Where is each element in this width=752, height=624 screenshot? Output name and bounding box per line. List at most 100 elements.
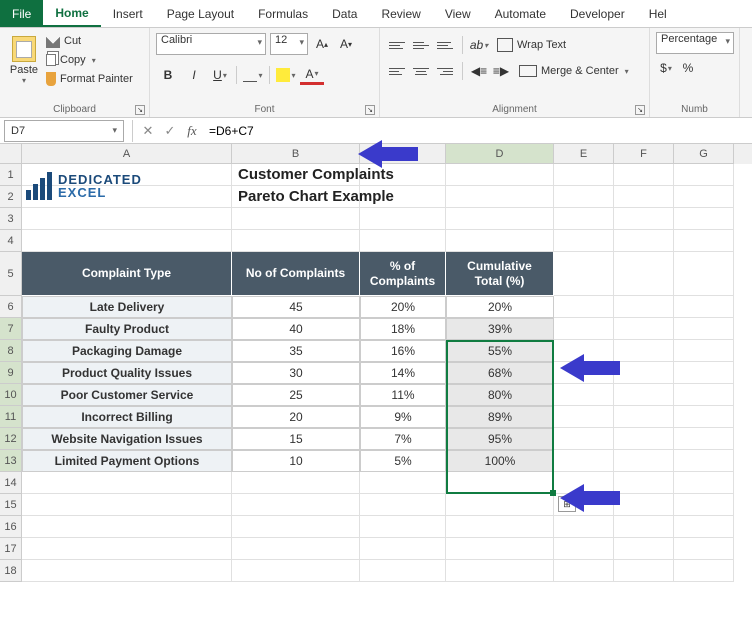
align-right-button[interactable] [434,60,456,82]
title-1[interactable]: Customer Complaints [232,164,360,186]
wrap-text-button[interactable]: Wrap Text [497,38,566,52]
font-launcher[interactable]: ↘ [365,105,375,115]
table-row[interactable]: Product Quality Issues [22,362,232,384]
align-top-button[interactable] [386,34,408,56]
increase-font-button[interactable]: A▴ [312,34,332,54]
align-middle-button[interactable] [410,34,432,56]
border-button[interactable] [241,65,265,85]
tab-insert[interactable]: Insert [101,0,155,27]
formula-input[interactable] [203,120,752,142]
group-alignment: ab Wrap Text ◀≡ ≡▶ Merge & Center▾ Align… [380,28,650,117]
table-row[interactable]: Incorrect Billing [22,406,232,428]
table-header-c[interactable]: % of Complaints [360,252,446,296]
paste-icon [12,36,36,62]
row-header-15[interactable]: 15 [0,494,22,516]
tab-home[interactable]: Home [43,0,100,27]
row-header-18[interactable]: 18 [0,560,22,582]
orientation-button[interactable]: ab [469,35,489,55]
tab-file[interactable]: File [0,0,43,27]
font-color-button[interactable]: A [300,65,324,85]
row-header-17[interactable]: 17 [0,538,22,560]
merge-center-button[interactable]: Merge & Center▾ [519,65,629,77]
clipboard-launcher[interactable]: ↘ [135,105,145,115]
tab-review[interactable]: Review [369,0,432,27]
tab-help[interactable]: Hel [637,0,679,27]
percent-format-button[interactable]: % [678,58,698,78]
fill-handle[interactable] [550,490,556,496]
table-row[interactable]: Faulty Product [22,318,232,340]
row-header-12[interactable]: 12 [0,428,22,450]
worksheet-grid: A B C D E F G DEDICATEDEXCEL 1Customer C… [0,144,752,582]
callout-arrow-top [560,348,620,388]
row-header-13[interactable]: 13 [0,450,22,472]
table-row[interactable]: Poor Customer Service [22,384,232,406]
logo-bars-icon [26,172,52,200]
font-name-select[interactable]: Calibri [156,33,266,55]
copy-button[interactable]: Copy▾ [46,51,133,69]
row-header-4[interactable]: 4 [0,230,22,252]
col-header-e[interactable]: E [554,144,614,164]
table-row[interactable]: Packaging Damage [22,340,232,362]
table-header-a[interactable]: Complaint Type [22,252,232,296]
align-bottom-button[interactable] [434,34,456,56]
group-label-clipboard: Clipboard [0,104,149,115]
tab-page-layout[interactable]: Page Layout [155,0,246,27]
alignment-launcher[interactable]: ↘ [635,105,645,115]
number-format-select[interactable]: Percentage [656,32,734,54]
col-header-d[interactable]: D [446,144,554,164]
col-header-f[interactable]: F [614,144,674,164]
tab-automate[interactable]: Automate [483,0,558,27]
fill-color-button[interactable] [274,65,298,85]
group-label-alignment: Alignment [380,104,649,115]
row-header-3[interactable]: 3 [0,208,22,230]
format-painter-button[interactable]: Format Painter [46,70,133,88]
group-label-number: Numb [650,104,739,115]
increase-indent-button[interactable]: ≡▶ [491,61,511,81]
row-header-6[interactable]: 6 [0,296,22,318]
col-header-g[interactable]: G [674,144,734,164]
row-header-16[interactable]: 16 [0,516,22,538]
paste-button[interactable]: Paste ▾ [6,32,42,88]
tab-data[interactable]: Data [320,0,369,27]
bold-button[interactable]: B [156,65,180,85]
tab-formulas[interactable]: Formulas [246,0,320,27]
row-header-14[interactable]: 14 [0,472,22,494]
table-row[interactable]: Website Navigation Issues [22,428,232,450]
table-row[interactable]: Late Delivery [22,296,232,318]
table-header-d[interactable]: Cumulative Total (%) [446,252,554,296]
decrease-indent-button[interactable]: ◀≡ [469,61,489,81]
select-all-corner[interactable] [0,144,22,164]
tab-view[interactable]: View [433,0,483,27]
row-header-5[interactable]: 5 [0,252,22,296]
title-2[interactable]: Pareto Chart Example [232,186,360,208]
col-header-b[interactable]: B [232,144,360,164]
decrease-font-button[interactable]: A▾ [336,34,356,54]
underline-button[interactable]: U [208,65,232,85]
tab-developer[interactable]: Developer [558,0,637,27]
border-icon [243,68,257,82]
row-header-11[interactable]: 11 [0,406,22,428]
table-row[interactable]: Limited Payment Options [22,450,232,472]
cancel-formula-button[interactable]: ✕ [137,120,159,142]
row-header-8[interactable]: 8 [0,340,22,362]
accounting-format-button[interactable]: $ [656,58,676,78]
col-header-a[interactable]: A [22,144,232,164]
group-font: Calibri 12 A▴ A▾ B I U A Font ↘ [150,28,380,117]
align-left-button[interactable] [386,60,408,82]
insert-function-button[interactable]: fx [181,120,203,142]
row-header-9[interactable]: 9 [0,362,22,384]
enter-formula-button[interactable]: ✓ [159,120,181,142]
row-header-1[interactable]: 1 [0,164,22,186]
ribbon-tabs: File Home Insert Page Layout Formulas Da… [0,0,752,28]
row-header-2[interactable]: 2 [0,186,22,208]
italic-button[interactable]: I [182,65,206,85]
align-center-button[interactable] [410,60,432,82]
scissors-icon [46,34,60,48]
row-header-7[interactable]: 7 [0,318,22,340]
cut-button[interactable]: Cut [46,32,133,50]
ribbon: Paste ▾ Cut Copy▾ Format Painter Clipboa… [0,28,752,118]
row-header-10[interactable]: 10 [0,384,22,406]
table-header-b[interactable]: No of Complaints [232,252,360,296]
font-size-select[interactable]: 12 [270,33,308,55]
name-box[interactable]: D7▾ [4,120,124,142]
